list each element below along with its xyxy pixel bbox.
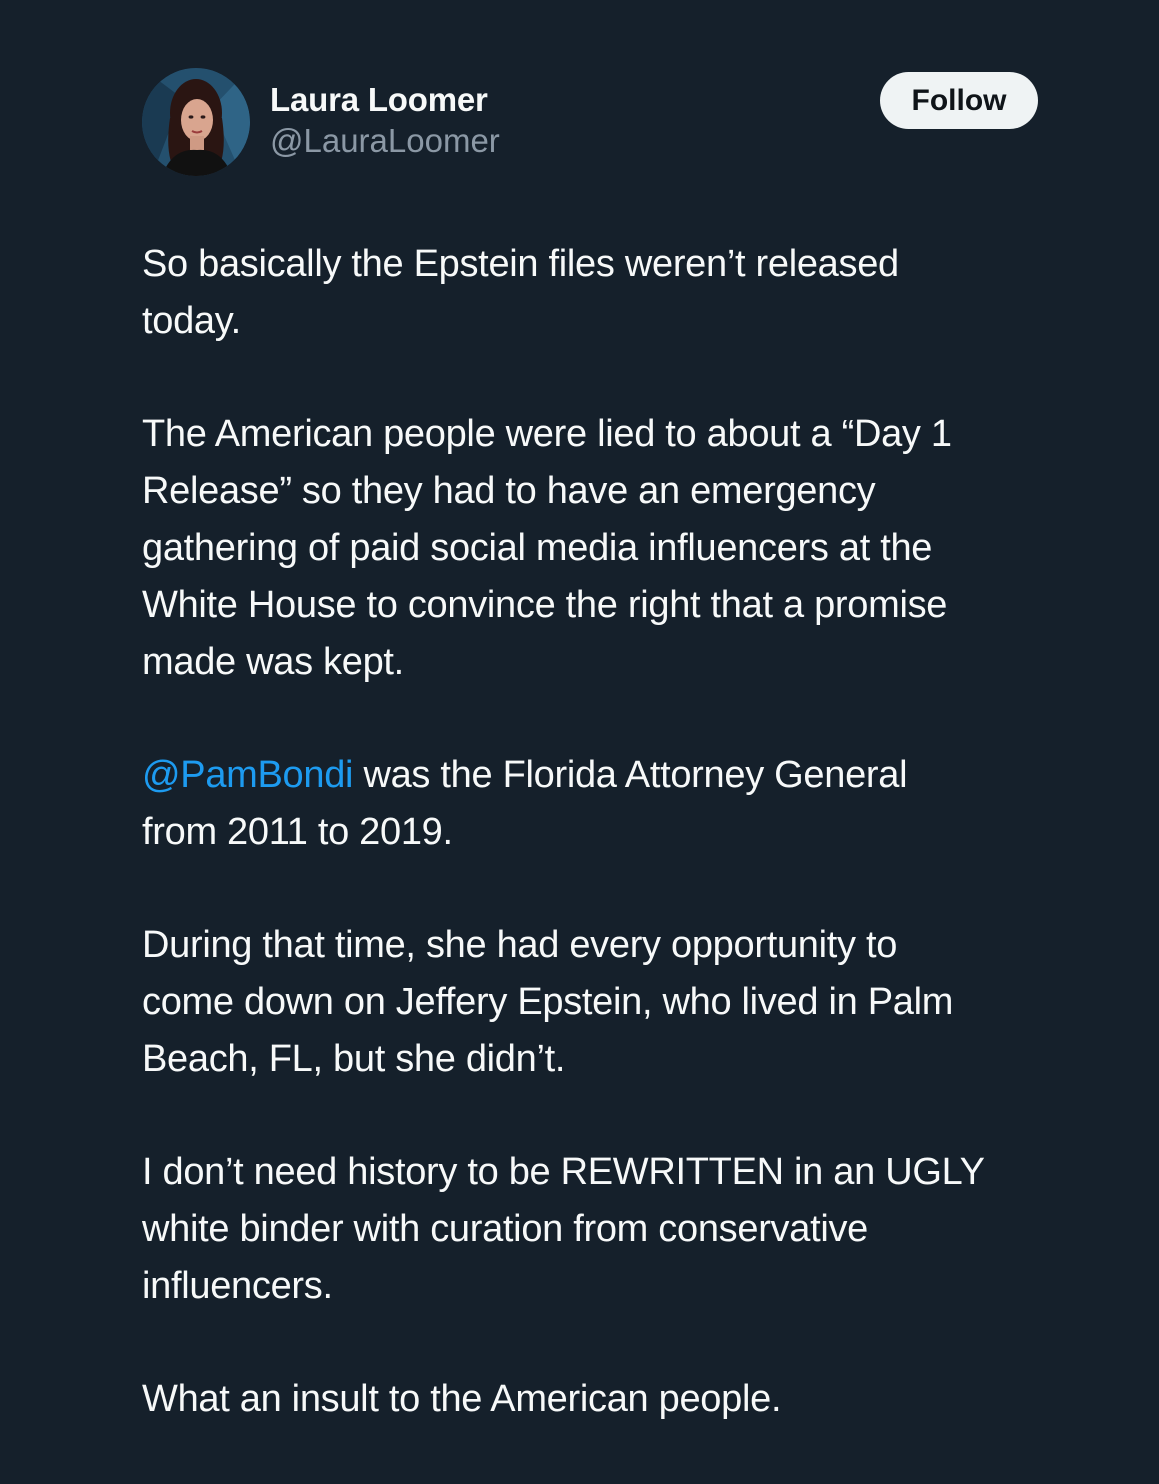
- tweet-text: So basically the Epstein files weren’t r…: [142, 236, 1102, 1484]
- text-line: During that time, she had every opportun…: [142, 924, 898, 966]
- text-line: Release” so they had to have an emergenc…: [142, 470, 876, 512]
- text-line: gathering of paid social media influence…: [142, 527, 933, 569]
- profile-photo-icon: [142, 68, 250, 176]
- text-line: What an insult to the American people.: [142, 1378, 782, 1420]
- text-line: White House to convince the right that a…: [142, 584, 948, 626]
- text-line: from 2011 to 2019.: [142, 811, 453, 853]
- avatar[interactable]: [142, 68, 250, 176]
- text-line: Beach, FL, but she didn’t.: [142, 1038, 566, 1080]
- mention-link[interactable]: @PamBondi: [142, 754, 354, 796]
- tweet-paragraph-4: During that time, she had every opportun…: [142, 917, 1102, 1088]
- tweet-paragraph-2: The American people were lied to about a…: [142, 406, 1102, 691]
- tweet-paragraph-6: What an insult to the American people.: [142, 1371, 1102, 1428]
- author-handle[interactable]: @LauraLoomer: [270, 120, 500, 162]
- text-line: white binder with curation from conserva…: [142, 1208, 869, 1250]
- tweet-paragraph-3: @PamBondi was the Florida Attorney Gener…: [142, 747, 1102, 861]
- text-line: was the Florida Attorney General: [353, 754, 908, 796]
- tweet-paragraph-5: I don’t need history to be REWRITTEN in …: [142, 1144, 1102, 1315]
- text-line: influencers.: [142, 1265, 333, 1307]
- tweet-header: Laura Loomer @LauraLoomer Follow: [142, 68, 1038, 178]
- text-line: So basically the Epstein files weren’t r…: [142, 243, 899, 285]
- follow-button[interactable]: Follow: [880, 72, 1038, 129]
- tweet-paragraph-1: So basically the Epstein files weren’t r…: [142, 236, 1102, 350]
- text-line: I don’t need history to be REWRITTEN in …: [142, 1151, 985, 1193]
- text-line: made was kept.: [142, 641, 404, 683]
- text-line: The American people were lied to about a…: [142, 413, 952, 455]
- text-line: come down on Jeffery Epstein, who lived …: [142, 981, 954, 1023]
- text-line: today.: [142, 300, 241, 342]
- author-display-name[interactable]: Laura Loomer: [270, 80, 500, 120]
- tweet-card: Laura Loomer @LauraLoomer Follow So basi…: [0, 0, 1159, 1474]
- author-names: Laura Loomer @LauraLoomer: [270, 80, 500, 162]
